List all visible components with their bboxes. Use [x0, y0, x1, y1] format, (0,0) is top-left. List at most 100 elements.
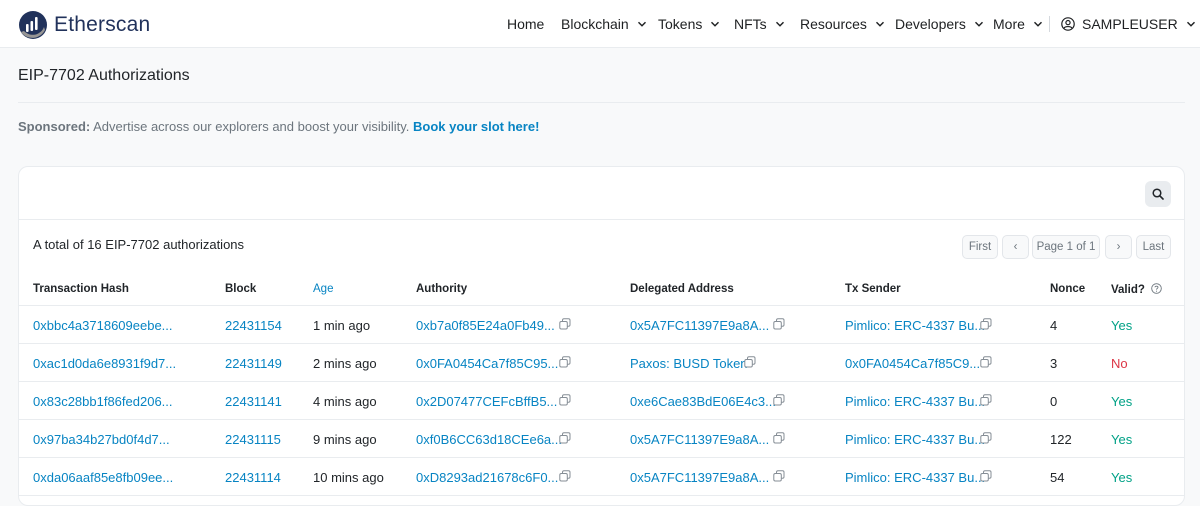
- col-valid: Valid?: [1111, 283, 1162, 296]
- nonce-value: 0: [1050, 394, 1058, 409]
- tx-hash-link[interactable]: 0xac1d0da6e8931f9d7...: [33, 356, 176, 371]
- chevron-down-icon: [1033, 21, 1042, 27]
- nav-nfts-label: NFTs: [734, 16, 767, 32]
- valid-status: Yes: [1111, 470, 1133, 485]
- page-indicator: Page 1 of 1: [1032, 235, 1100, 259]
- col-age[interactable]: Age: [313, 283, 333, 295]
- chevron-down-icon: [974, 21, 983, 27]
- search-button[interactable]: [1145, 181, 1171, 207]
- last-page-button[interactable]: Last: [1136, 235, 1171, 259]
- copy-icon[interactable]: [773, 470, 785, 482]
- nav-developers[interactable]: Developers: [895, 16, 984, 32]
- tx-hash-link[interactable]: 0xbbc4a3718609eebe...: [33, 318, 173, 333]
- delegated-link[interactable]: 0x5A7FC11397E9a8A...: [630, 470, 769, 485]
- nav-developers-label: Developers: [895, 16, 966, 32]
- authority-link[interactable]: 0xf0B6CC63d18CEe6a...: [416, 432, 562, 447]
- nonce-value: 122: [1050, 432, 1072, 447]
- block-link[interactable]: 22431115: [225, 432, 281, 447]
- total-count: A total of 16 EIP-7702 authorizations: [33, 237, 245, 252]
- user-circle-icon: [1061, 17, 1075, 31]
- copy-icon[interactable]: [980, 394, 992, 406]
- block-link[interactable]: 22431149: [225, 356, 282, 371]
- col-block: Block: [225, 283, 257, 295]
- book-slot-link[interactable]: Book your slot here!: [413, 119, 539, 134]
- tx-sender-link[interactable]: Pimlico: ERC-4337 Bu...: [845, 318, 985, 333]
- help-circle-icon[interactable]: [1151, 283, 1162, 294]
- next-page-button[interactable]: ›: [1105, 235, 1132, 259]
- delegated-link[interactable]: 0xe6Cae83BdE06E4c3...: [630, 394, 776, 409]
- copy-icon[interactable]: [744, 356, 756, 368]
- tx-sender-link[interactable]: 0x0FA0454Ca7f85C9...: [845, 356, 980, 371]
- nav-resources[interactable]: Resources: [800, 16, 885, 32]
- tx-sender-link[interactable]: Pimlico: ERC-4337 Bu...: [845, 394, 985, 409]
- chevron-down-icon: [637, 21, 646, 27]
- copy-icon[interactable]: [559, 470, 571, 482]
- age-value: 4 mins ago: [313, 394, 377, 409]
- authorizations-card: A total of 16 EIP-7702 authorizations Fi…: [18, 166, 1185, 506]
- etherscan-logo[interactable]: Etherscan: [18, 10, 150, 40]
- copy-icon[interactable]: [559, 432, 571, 444]
- tx-hash-link[interactable]: 0xda06aaf85e8fb09ee...: [33, 470, 173, 485]
- nav-tokens-label: Tokens: [658, 16, 703, 32]
- tx-sender-link[interactable]: Pimlico: ERC-4337 Bu...: [845, 470, 985, 485]
- nav-more-label: More: [993, 16, 1025, 32]
- block-link[interactable]: 22431114: [225, 470, 281, 485]
- table-row: 0xbbc4a3718609eebe... 22431154 1 min ago…: [19, 306, 1184, 344]
- nonce-value: 3: [1050, 356, 1058, 371]
- copy-icon[interactable]: [980, 356, 992, 368]
- top-navbar: Etherscan Home Blockchain Tokens NFTs Re…: [0, 0, 1200, 48]
- nav-nfts[interactable]: NFTs: [734, 16, 785, 32]
- delegated-link[interactable]: Paxos: BUSD Token: [630, 356, 748, 371]
- col-transaction-hash: Transaction Hash: [33, 283, 129, 295]
- nav-tokens[interactable]: Tokens: [658, 16, 720, 32]
- block-link[interactable]: 22431141: [225, 394, 282, 409]
- nav-blockchain[interactable]: Blockchain: [561, 16, 647, 32]
- copy-icon[interactable]: [980, 432, 992, 444]
- nav-divider: [1049, 16, 1050, 32]
- authority-link[interactable]: 0xb7a0f85E24a0Fb49...: [416, 318, 555, 333]
- copy-icon[interactable]: [559, 356, 571, 368]
- copy-icon[interactable]: [980, 318, 992, 330]
- tx-hash-link[interactable]: 0x97ba34b27bd0f4d7...: [33, 432, 170, 447]
- copy-icon[interactable]: [773, 318, 785, 330]
- delegated-link[interactable]: 0x5A7FC11397E9a8A...: [630, 432, 769, 447]
- first-page-button[interactable]: First: [962, 235, 998, 259]
- search-icon: [1152, 188, 1164, 200]
- authority-link[interactable]: 0x2D07477CEFcBffB5...: [416, 394, 557, 409]
- copy-icon[interactable]: [980, 470, 992, 482]
- authority-link[interactable]: 0x0FA0454Ca7f85C95...: [416, 356, 558, 371]
- chevron-down-icon: [875, 21, 884, 27]
- nonce-value: 4: [1050, 318, 1058, 333]
- sponsored-banner: Sponsored: Advertise across our explorer…: [18, 119, 539, 134]
- col-valid-label: Valid?: [1111, 284, 1145, 296]
- nav-blockchain-label: Blockchain: [561, 16, 629, 32]
- username: SAMPLEUSER: [1082, 16, 1178, 32]
- tx-sender-link[interactable]: Pimlico: ERC-4337 Bu...: [845, 432, 985, 447]
- brand-name: Etherscan: [54, 13, 151, 36]
- age-value: 9 mins ago: [313, 432, 377, 447]
- sponsored-label: Sponsored:: [18, 119, 91, 134]
- nav-home-label: Home: [507, 16, 545, 32]
- chevron-down-icon: [775, 21, 784, 27]
- nav-home[interactable]: Home: [507, 16, 544, 32]
- delegated-link[interactable]: 0x5A7FC11397E9a8A...: [630, 318, 769, 333]
- table-row: 0x83c28bb1f86fed206... 22431141 4 mins a…: [19, 382, 1184, 420]
- prev-page-button[interactable]: ‹: [1002, 235, 1029, 259]
- table-row: 0xda06aaf85e8fb09ee... 22431114 10 mins …: [19, 458, 1184, 496]
- user-menu[interactable]: SAMPLEUSER: [1061, 16, 1196, 32]
- nav-more[interactable]: More: [993, 16, 1043, 32]
- copy-icon[interactable]: [559, 394, 571, 406]
- chevron-down-icon: [1186, 21, 1195, 27]
- sponsored-text: Advertise across our explorers and boost…: [93, 119, 410, 134]
- valid-status: Yes: [1111, 318, 1133, 333]
- valid-status: Yes: [1111, 394, 1133, 409]
- col-authority: Authority: [416, 283, 468, 295]
- valid-status: No: [1111, 356, 1128, 371]
- block-link[interactable]: 22431154: [225, 318, 282, 333]
- tx-hash-link[interactable]: 0x83c28bb1f86fed206...: [33, 394, 173, 409]
- etherscan-logo-icon: [19, 11, 47, 39]
- copy-icon[interactable]: [773, 394, 785, 406]
- authority-link[interactable]: 0xD8293ad21678c6F0...: [416, 470, 558, 485]
- copy-icon[interactable]: [559, 318, 571, 330]
- copy-icon[interactable]: [773, 432, 785, 444]
